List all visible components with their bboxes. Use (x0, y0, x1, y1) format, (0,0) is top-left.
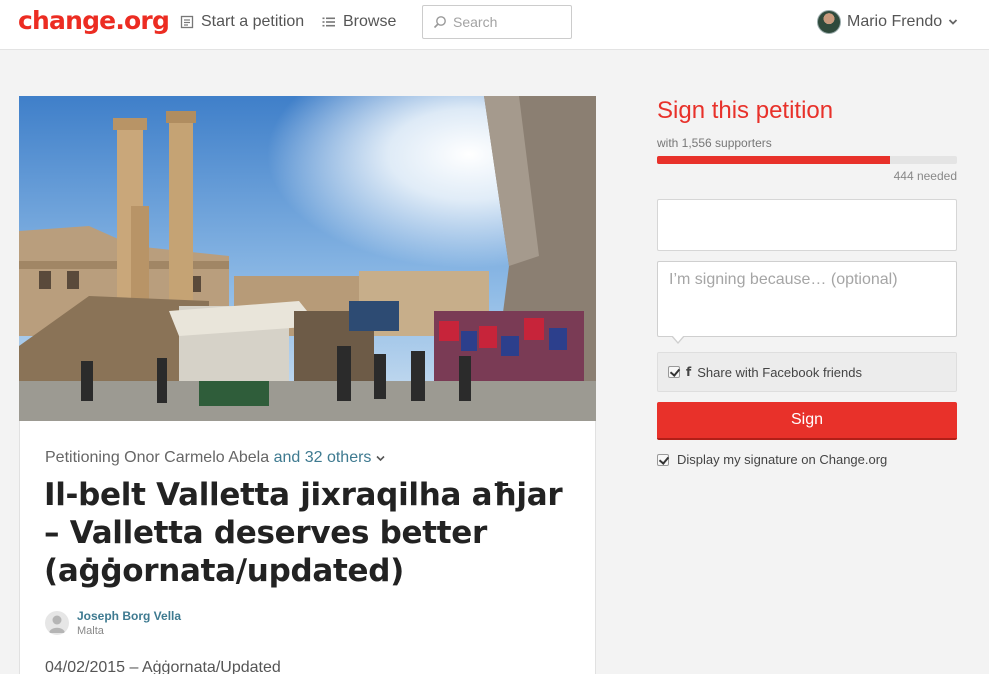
author-avatar (45, 611, 69, 635)
search-icon (433, 16, 446, 29)
petitioning-line: Petitioning Onor Carmelo Abela and 32 ot… (45, 449, 385, 467)
search-input[interactable] (453, 14, 563, 30)
browse-label: Browse (343, 13, 397, 30)
change-org-logo[interactable]: change.org (18, 6, 170, 35)
chevron-down-icon (949, 19, 958, 25)
reason-bubble-tail-inner (672, 335, 684, 342)
petition-details-card: Petitioning Onor Carmelo Abela and 32 ot… (19, 421, 596, 674)
user-avatar (817, 10, 841, 34)
user-silhouette-icon (49, 615, 65, 633)
signer-info-field[interactable] (657, 199, 957, 251)
browse-link[interactable]: Browse (322, 13, 396, 31)
signing-reason-input[interactable] (657, 261, 957, 337)
start-petition-link[interactable]: Start a petition (180, 13, 304, 31)
valletta-square-image (19, 96, 596, 421)
petition-author: Joseph Borg Vella Malta (45, 609, 181, 637)
signature-progress-bar (657, 156, 957, 164)
search-box[interactable] (422, 5, 572, 39)
top-navigation-bar: change.org Start a petition Browse Mario… (0, 0, 989, 50)
chevron-down-icon (376, 455, 385, 462)
start-petition-label: Start a petition (201, 13, 305, 30)
facebook-icon: f (686, 365, 692, 379)
petition-title: Il-belt Valletta jixraqilha aħjar – Vall… (44, 477, 563, 589)
signatures-needed: 444 needed (893, 169, 957, 183)
display-signature-checkbox[interactable] (657, 453, 669, 466)
petition-update-line: 04/02/2015 – Aġġornata/Updated (45, 659, 281, 674)
share-facebook-checkbox[interactable] (668, 366, 680, 378)
share-facebook-label: Share with Facebook friends (697, 364, 862, 380)
sign-button[interactable]: Sign (657, 402, 957, 440)
user-name: Mario Frendo (847, 13, 943, 30)
petitioning-decision-maker: Petitioning Onor Carmelo Abela (45, 449, 270, 466)
supporters-count: with 1,556 supporters (657, 136, 772, 150)
sign-petition-heading: Sign this petition (657, 97, 834, 124)
progress-bar-fill (657, 156, 891, 164)
decision-makers-count: and 32 others (273, 449, 372, 466)
share-facebook-option[interactable]: f Share with Facebook friends (657, 352, 957, 392)
display-signature-option[interactable]: Display my signature on Change.org (657, 452, 887, 467)
author-location: Malta (77, 625, 104, 637)
petition-document-icon (180, 15, 194, 29)
display-signature-label: Display my signature on Change.org (677, 452, 888, 467)
list-icon (322, 17, 335, 27)
author-name[interactable]: Joseph Borg Vella (77, 609, 181, 623)
decision-makers-toggle[interactable]: and 32 others (274, 449, 385, 466)
user-menu[interactable]: Mario Frendo (817, 10, 958, 34)
petition-photo (19, 96, 596, 421)
